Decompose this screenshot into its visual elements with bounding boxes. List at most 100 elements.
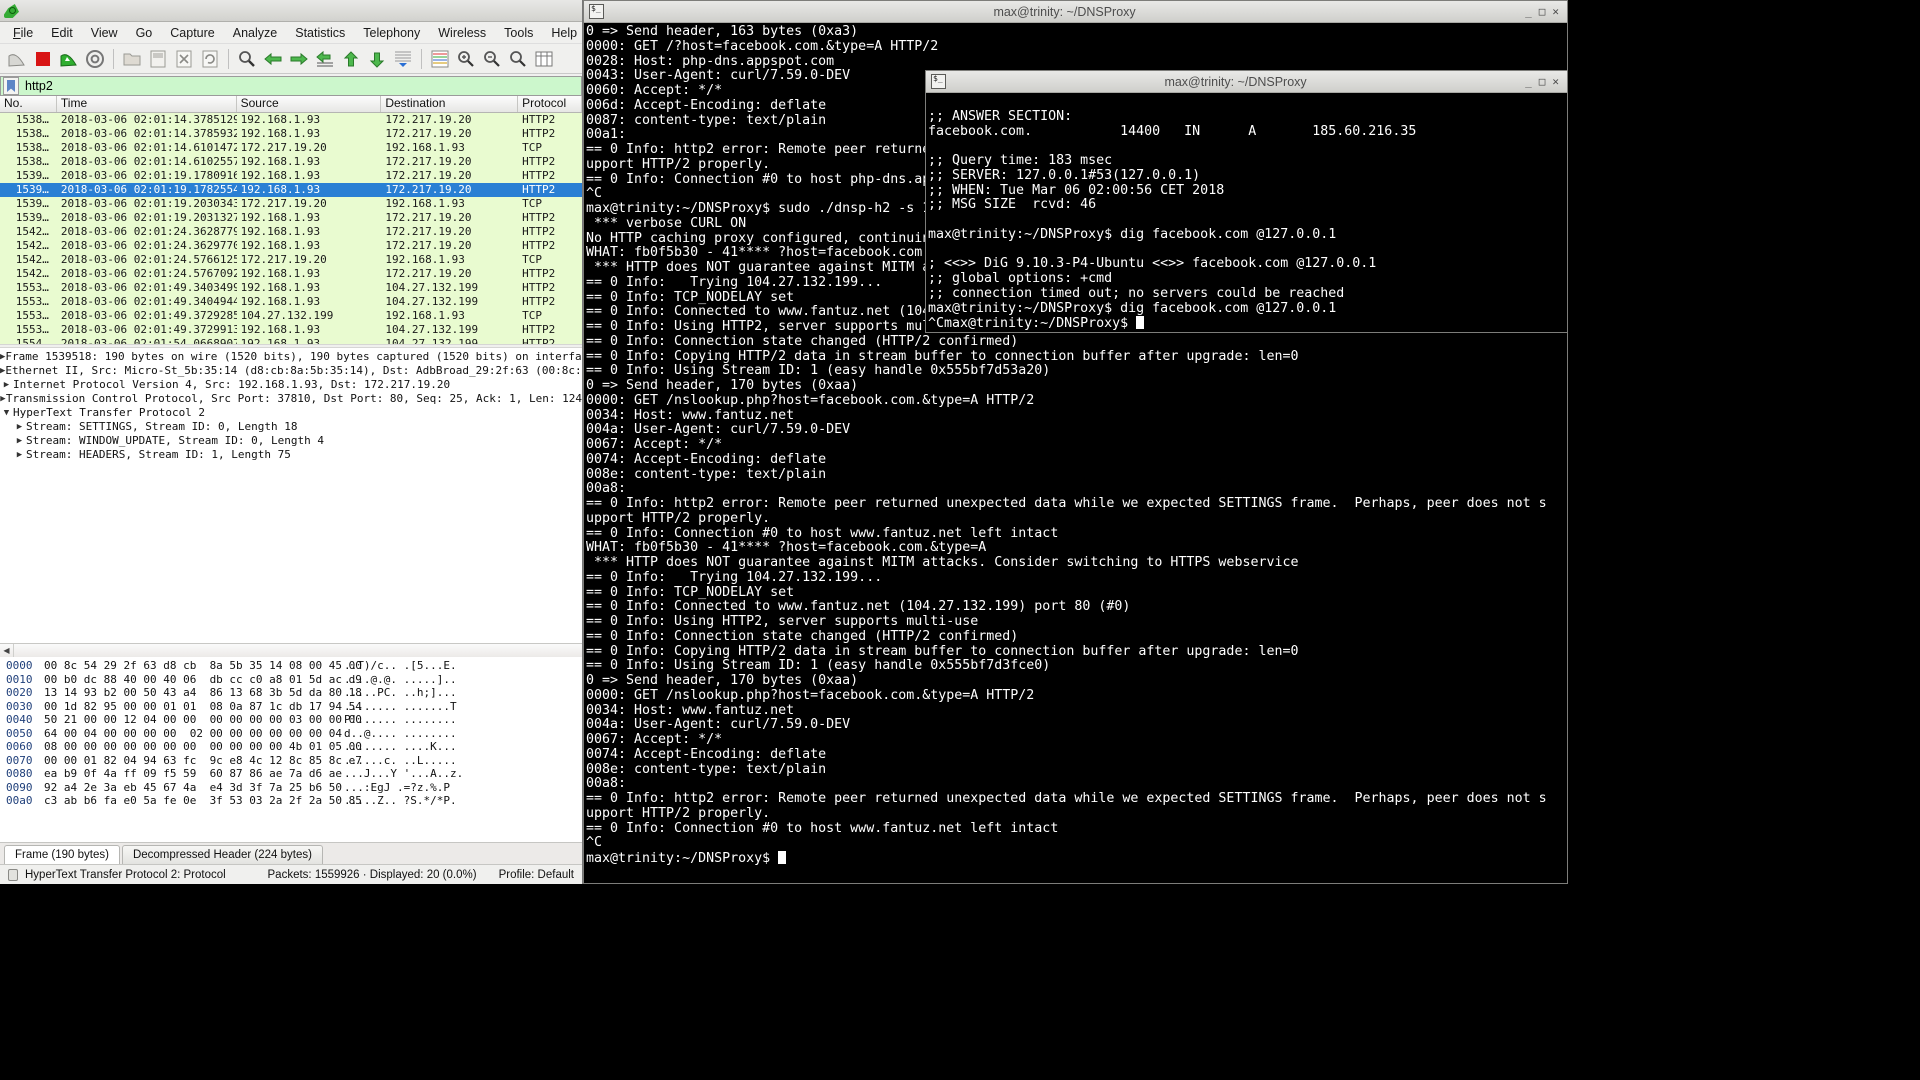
terminal-window-dig[interactable]: max@trinity: ~/DNSProxy _ □ ✕ ;; ANSWER … [925, 70, 1568, 333]
zoom-reset-icon[interactable] [506, 47, 530, 71]
packet-row[interactable]: 1538…2018-03-06 02:01:14.610255783192.16… [0, 155, 582, 169]
capture-options-icon[interactable] [83, 47, 107, 71]
horizontal-scrollbar[interactable]: ◀ [0, 643, 582, 657]
open-file-icon[interactable] [120, 47, 144, 71]
minimize-button[interactable]: _ [1525, 75, 1532, 88]
packet-row[interactable]: 1539…2018-03-06 02:01:19.203132734192.16… [0, 211, 582, 225]
zoom-in-icon[interactable] [454, 47, 478, 71]
terminal-prompt[interactable]: ^Cmax@trinity:~/DNSProxy$ [928, 316, 1567, 332]
packet-row[interactable]: 1553…2018-03-06 02:01:49.340349904192.16… [0, 281, 582, 295]
column-header-protocol[interactable]: Protocol [518, 96, 582, 112]
column-header-no[interactable]: No. [0, 96, 57, 112]
menu-telephony[interactable]: Telephony [354, 23, 429, 43]
menu-capture[interactable]: Capture [161, 23, 223, 43]
reload-file-icon[interactable] [198, 47, 222, 71]
packet-row[interactable]: 1538…2018-03-06 02:01:14.378593200192.16… [0, 127, 582, 141]
close-button[interactable]: ✕ [1552, 5, 1559, 18]
maximize-button[interactable]: □ [1539, 75, 1546, 88]
hex-row[interactable]: 004050 21 00 00 12 04 00 00 00 00 00 00 … [0, 713, 582, 727]
statusbar-profile[interactable]: Profile: Default [499, 869, 582, 881]
close-button[interactable]: ✕ [1552, 75, 1559, 88]
packet-row[interactable]: 1542…2018-03-06 02:01:24.576709202192.16… [0, 267, 582, 281]
hex-row[interactable]: 001000 b0 dc 88 40 00 40 06 db cc c0 a8 … [0, 673, 582, 687]
hex-row[interactable]: 000000 8c 54 29 2f 63 d8 cb 8a 5b 35 14 … [0, 659, 582, 673]
menu-view[interactable]: View [82, 23, 127, 43]
colorize-packets-icon[interactable] [428, 47, 452, 71]
packet-row[interactable]: 1539…2018-03-06 02:01:19.178091667192.16… [0, 169, 582, 183]
hex-row[interactable]: 003000 1d 82 95 00 00 01 01 08 0a 87 1c … [0, 700, 582, 714]
packet-row[interactable]: 1539…2018-03-06 02:01:19.203034330172.21… [0, 197, 582, 211]
detail-tree-row[interactable]: ▼HyperText Transfer Protocol 2 [0, 406, 582, 420]
detail-tree-row[interactable]: ▶Stream: WINDOW_UPDATE, Stream ID: 0, Le… [0, 434, 582, 448]
terminal-dig-output[interactable]: ;; ANSWER SECTION:facebook.com. 14400 IN… [926, 93, 1567, 334]
maximize-button[interactable]: □ [1539, 5, 1546, 18]
packet-details-tree[interactable]: ▶Frame 1539518: 190 bytes on wire (1520 … [0, 348, 582, 643]
terminal-dig-window-buttons[interactable]: _ □ ✕ [1525, 75, 1567, 88]
terminal-dig-titlebar[interactable]: max@trinity: ~/DNSProxy _ □ ✕ [926, 71, 1567, 93]
detail-tree-row[interactable]: ▶Frame 1539518: 190 bytes on wire (1520 … [0, 350, 582, 364]
find-packet-icon[interactable] [235, 47, 259, 71]
restart-capture-icon[interactable] [57, 47, 81, 71]
chevron-right-icon[interactable]: ▶ [0, 378, 13, 392]
terminal-main-titlebar[interactable]: max@trinity: ~/DNSProxy _ □ ✕ [584, 1, 1567, 23]
detail-tree-row[interactable]: ▶Internet Protocol Version 4, Src: 192.1… [0, 378, 582, 392]
packet-list[interactable]: No. Time Source Destination Protocol 153… [0, 96, 582, 344]
hex-row[interactable]: 005064 00 04 00 00 00 00 02 00 00 00 00 … [0, 727, 582, 741]
menu-file[interactable]: File [4, 23, 42, 43]
close-file-icon[interactable] [172, 47, 196, 71]
auto-scroll-icon[interactable] [391, 47, 415, 71]
hex-row[interactable]: 007000 00 01 82 04 94 63 fc 9c e8 4c 12 … [0, 754, 582, 768]
bytes-tab[interactable]: Decompressed Header (224 bytes) [122, 845, 323, 864]
packet-list-body[interactable]: 1538…2018-03-06 02:01:14.378512984192.16… [0, 113, 582, 344]
packet-row[interactable]: 1542…2018-03-06 02:01:24.362977089192.16… [0, 239, 582, 253]
packet-bytes-tabbar[interactable]: Frame (190 bytes)Decompressed Header (22… [0, 842, 582, 864]
menu-analyze[interactable]: Analyze [224, 23, 286, 43]
hex-row[interactable]: 009092 a4 2e 3a eb 45 67 4a e4 3d 3f 7a … [0, 781, 582, 795]
resize-columns-icon[interactable] [532, 47, 556, 71]
chevron-right-icon[interactable]: ▶ [13, 448, 26, 462]
chevron-right-icon[interactable]: ▶ [13, 434, 26, 448]
hex-row[interactable]: 006008 00 00 00 00 00 00 00 00 00 00 00 … [0, 740, 582, 754]
go-forward-icon[interactable] [287, 47, 311, 71]
detail-tree-row[interactable]: ▶Stream: HEADERS, Stream ID: 1, Length 7… [0, 448, 582, 462]
bookmark-icon[interactable] [3, 77, 19, 95]
packet-row[interactable]: 1553…2018-03-06 02:01:49.340494420192.16… [0, 295, 582, 309]
hex-row[interactable]: 0080ea b9 0f 4a ff 09 f5 59 60 87 86 ae … [0, 767, 582, 781]
chevron-right-icon[interactable]: ▶ [13, 420, 26, 434]
stop-capture-icon[interactable] [31, 47, 55, 71]
hex-row[interactable]: 002013 14 93 b2 00 50 43 a4 86 13 68 3b … [0, 686, 582, 700]
go-to-packet-icon[interactable] [313, 47, 337, 71]
packet-row[interactable]: 1538…2018-03-06 02:01:14.610147203172.21… [0, 141, 582, 155]
menu-tools[interactable]: Tools [495, 23, 542, 43]
packet-row[interactable]: 1553…2018-03-06 02:01:49.372991344192.16… [0, 323, 582, 337]
packet-row[interactable]: 1542…2018-03-06 02:01:24.362877941192.16… [0, 225, 582, 239]
column-header-destination[interactable]: Destination [381, 96, 518, 112]
detail-tree-row[interactable]: ▶Stream: SETTINGS, Stream ID: 0, Length … [0, 420, 582, 434]
menu-wireless[interactable]: Wireless [429, 23, 495, 43]
column-header-source[interactable]: Source [237, 96, 382, 112]
menu-statistics[interactable]: Statistics [286, 23, 354, 43]
packet-row[interactable]: 1554…2018-03-06 02:01:54.066890706192.16… [0, 337, 582, 344]
hex-row[interactable]: 00a0c3 ab b6 fa e0 5a fe 0e 3f 53 03 2a … [0, 794, 582, 808]
display-filter-input[interactable]: http2 [19, 79, 581, 93]
packet-row[interactable]: 1538…2018-03-06 02:01:14.378512984192.16… [0, 113, 582, 127]
menu-go[interactable]: Go [127, 23, 162, 43]
scroll-left-icon[interactable]: ◀ [0, 644, 14, 657]
go-to-last-packet-icon[interactable] [365, 47, 389, 71]
packet-bytes-pane[interactable]: 000000 8c 54 29 2f 63 d8 cb 8a 5b 35 14 … [0, 657, 582, 842]
minimize-button[interactable]: _ [1525, 5, 1532, 18]
column-header-time[interactable]: Time [57, 96, 237, 112]
terminal-prompt[interactable]: max@trinity:~/DNSProxy$ [586, 851, 1567, 867]
detail-tree-row[interactable]: ▶Ethernet II, Src: Micro-St_5b:35:14 (d8… [0, 364, 582, 378]
expert-info-icon[interactable] [5, 868, 21, 882]
go-to-first-packet-icon[interactable] [339, 47, 363, 71]
detail-tree-row[interactable]: ▶Transmission Control Protocol, Src Port… [0, 392, 582, 406]
bytes-tab[interactable]: Frame (190 bytes) [4, 845, 120, 864]
menu-edit[interactable]: Edit [42, 23, 82, 43]
packet-row[interactable]: 1553…2018-03-06 02:01:49.372928533104.27… [0, 309, 582, 323]
chevron-down-icon[interactable]: ▼ [0, 406, 13, 420]
packet-row[interactable]: 1539…2018-03-06 02:01:19.178255478192.16… [0, 183, 582, 197]
packet-row[interactable]: 1542…2018-03-06 02:01:24.576612587172.21… [0, 253, 582, 267]
zoom-out-icon[interactable] [480, 47, 504, 71]
save-file-icon[interactable] [146, 47, 170, 71]
